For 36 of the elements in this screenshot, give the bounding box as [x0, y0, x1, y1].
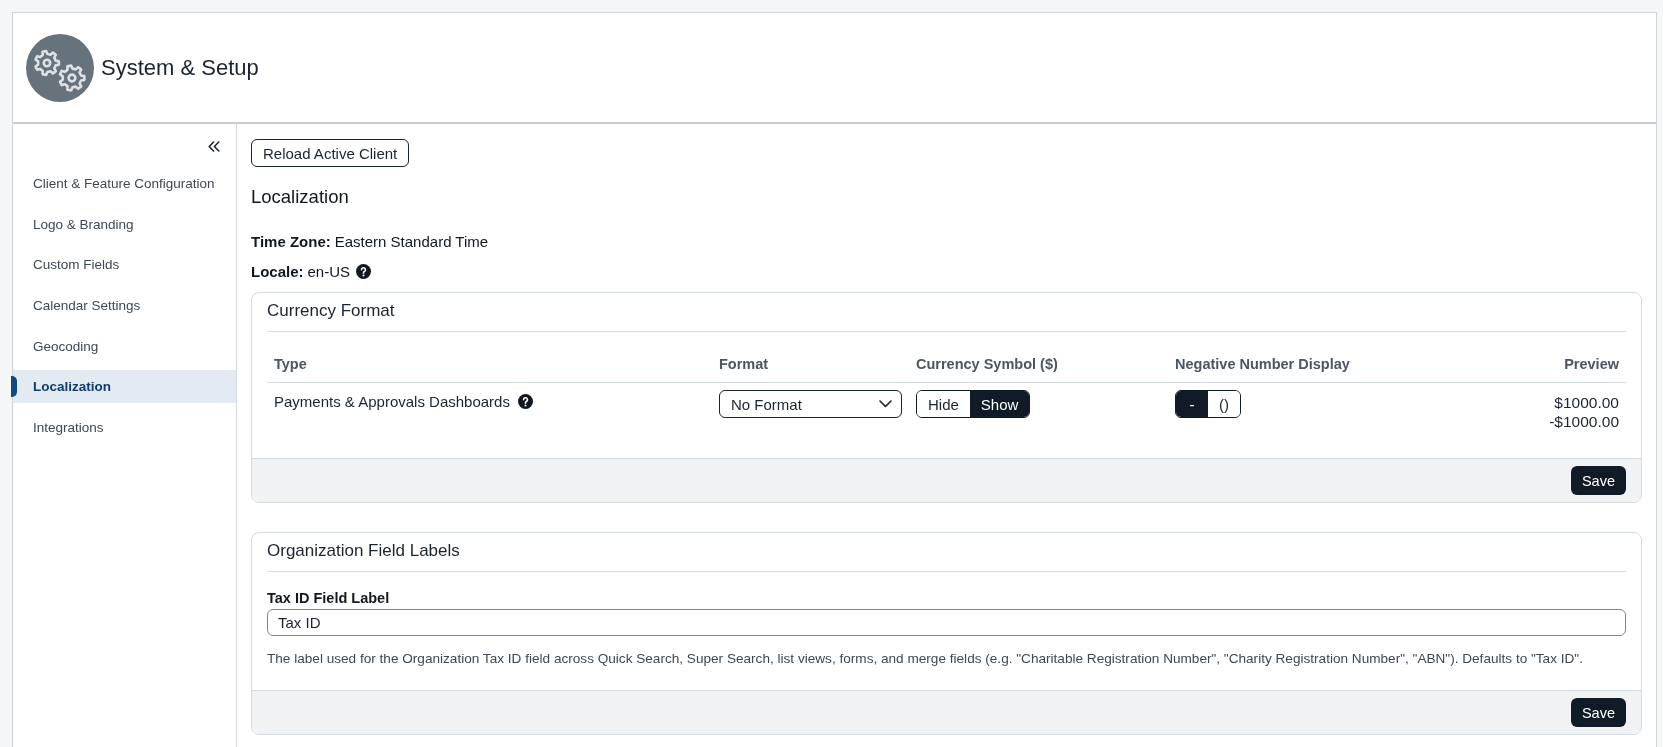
- field-label: Locale:: [251, 262, 304, 280]
- field-label: Time Zone:: [251, 232, 331, 250]
- sidebar-item[interactable]: Logo & Branding: [13, 207, 236, 241]
- toggle-option[interactable]: -: [1176, 391, 1208, 417]
- sidebar-item[interactable]: Calendar Settings: [13, 288, 236, 322]
- sidebar-item[interactable]: Integrations: [13, 410, 236, 444]
- column-header: Currency Symbol ($): [916, 356, 1058, 372]
- sidebar-item[interactable]: Client & Feature Configuration: [13, 167, 236, 200]
- column-header: Format: [719, 356, 769, 372]
- column-header: Negative Number Display: [1175, 356, 1350, 372]
- active-marker-icon: [11, 376, 17, 398]
- preview-value: -$1000.00: [1549, 412, 1619, 431]
- chevron-down-icon: [879, 400, 892, 408]
- format-dropdown[interactable]: No Format: [719, 390, 902, 418]
- gears-icon: [26, 33, 94, 102]
- sidebar-item[interactable]: Geocoding: [13, 329, 236, 363]
- save-button[interactable]: Save: [1570, 466, 1626, 495]
- preview-value: $1000.00: [1554, 393, 1619, 412]
- column-header: Type: [274, 356, 307, 372]
- save-button[interactable]: Save: [1570, 698, 1626, 727]
- row-type-label: Payments & Approvals Dashboards: [274, 392, 510, 410]
- card-title: Organization Field Labels: [267, 540, 460, 562]
- text-input[interactable]: Tax ID: [267, 609, 1626, 636]
- help-text: The label used for the Organization Tax ID field across Quick Search, Super Search, list views, forms, and merge fields (e.g. "Charitable Registration Number", "Charity Registration Number", "ABN"). Defaults to "Tax ID".: [267, 650, 1583, 668]
- sidebar-item[interactable]: Custom Fields: [13, 248, 236, 282]
- page-title: System & Setup: [101, 53, 259, 82]
- field-label: Tax ID Field Label: [267, 589, 390, 607]
- column-header: Preview: [1564, 356, 1619, 372]
- double-chevron-left-icon[interactable]: [208, 140, 220, 152]
- toggle-option[interactable]: Show: [969, 391, 1030, 417]
- sidebar-item[interactable]: Localization: [13, 370, 236, 404]
- card-title: Currency Format: [267, 300, 395, 322]
- field-value: Eastern Standard Time: [334, 232, 489, 250]
- field-value: en-US: [307, 262, 351, 280]
- section-heading: Localization: [251, 185, 349, 209]
- reload-button[interactable]: Reload Active Client: [251, 139, 410, 167]
